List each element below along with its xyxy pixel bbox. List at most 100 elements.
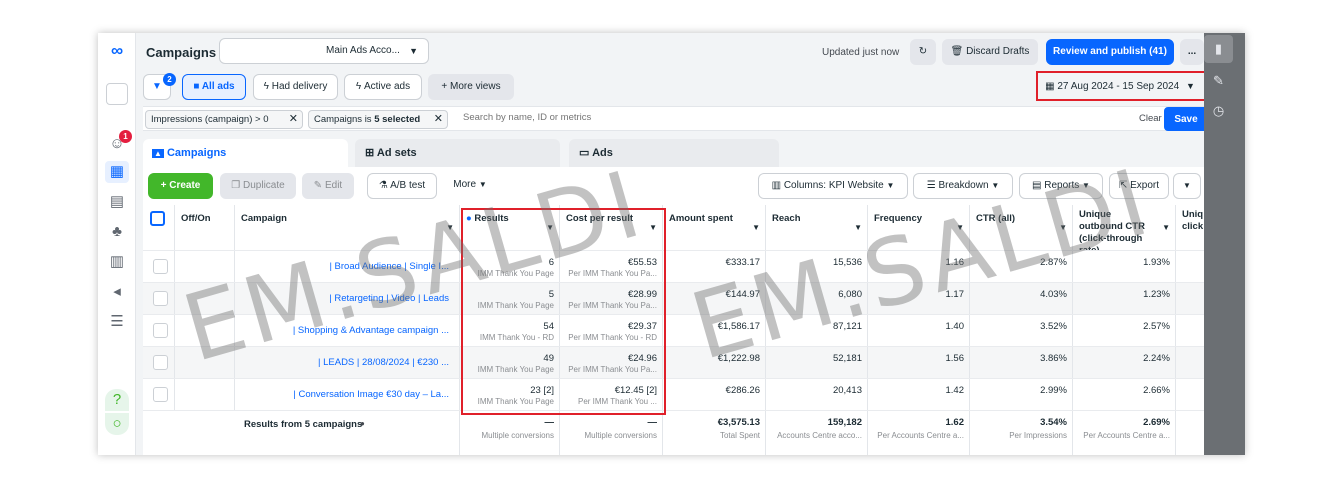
- row-checkbox[interactable]: [153, 291, 168, 306]
- reports-icon[interactable]: ▤: [105, 191, 129, 213]
- row-toggle-cell: [175, 251, 235, 283]
- totals-unique-subtext: Per Accounts Centre a...: [1083, 431, 1170, 440]
- header-amount-spent[interactable]: Amount spent ▼: [663, 205, 766, 250]
- menu-icon[interactable]: ☰: [105, 311, 129, 333]
- totals-row: Results from 5 campaigns ● — Multiple conv…: [143, 410, 1204, 455]
- active-ads-view[interactable]: ϟ Active ads: [344, 74, 422, 100]
- close-icon[interactable]: ✕: [289, 111, 298, 128]
- totals-cpr-cell: — Multiple conversions: [560, 411, 663, 455]
- create-button[interactable]: + Create: [148, 173, 213, 199]
- tab-ads[interactable]: ▭ Ads: [569, 139, 779, 167]
- row-checkbox[interactable]: [153, 259, 168, 274]
- campaigns-table-icon[interactable]: ▦: [105, 161, 129, 183]
- header-ctr[interactable]: CTR (all) ▼: [970, 205, 1073, 250]
- lightning-icon: ϟ: [263, 81, 269, 92]
- impressions-filter-chip[interactable]: Impressions (campaign) > 0 ✕: [145, 110, 303, 129]
- more-views-button[interactable]: + More views: [428, 74, 514, 100]
- reach-value: 52,181: [832, 353, 862, 364]
- billing-icon[interactable]: ▥: [105, 251, 129, 273]
- meta-logo-icon[interactable]: ∞: [104, 41, 130, 61]
- ab-test-label: A/B test: [390, 180, 426, 191]
- discard-drafts-button[interactable]: 🗑 Discard Drafts: [942, 39, 1038, 65]
- help-icon[interactable]: ?: [105, 389, 129, 411]
- select-all-checkbox[interactable]: [150, 211, 165, 226]
- row-checkbox[interactable]: [153, 387, 168, 402]
- review-publish-button[interactable]: Review and publish (41): [1046, 39, 1174, 65]
- campaign-name-link[interactable]: | Shopping & Advantage campaign ...: [293, 325, 449, 336]
- sort-icon: ▼: [1162, 223, 1170, 232]
- more-options-button[interactable]: ...: [1180, 39, 1204, 65]
- tab-ads-label: Ads: [592, 147, 613, 159]
- header-frequency-label: Frequency: [874, 213, 923, 224]
- account-selector[interactable]: Main Ads Acco... ▼: [219, 38, 429, 64]
- tab-adsets[interactable]: ⊞ Ad sets: [355, 139, 560, 167]
- notifications-icon[interactable]: ☺ 1: [105, 130, 132, 155]
- header-reach[interactable]: Reach ▼: [766, 205, 868, 250]
- reports-icon: ▤: [1032, 180, 1042, 191]
- ab-test-button[interactable]: ⚗ A/B test: [367, 173, 437, 199]
- pencil-icon[interactable]: ✎: [1204, 67, 1233, 95]
- campaigns-filter-chip[interactable]: Campaigns is 5 selected ✕: [308, 110, 448, 129]
- clock-icon[interactable]: ◷: [1204, 97, 1233, 125]
- chart-icon[interactable]: ▮: [1204, 35, 1233, 63]
- campaign-name-link[interactable]: | Broad Audience | Single I...: [329, 261, 449, 272]
- duplicate-button[interactable]: ❐ Duplicate: [220, 173, 296, 199]
- audiences-icon[interactable]: ♣: [105, 221, 129, 243]
- export-options-button[interactable]: ▼: [1173, 173, 1201, 199]
- adsets-tab-icon: ⊞: [365, 147, 375, 159]
- campaign-name-link[interactable]: | Conversation Image €30 day – La...: [293, 389, 449, 400]
- close-icon[interactable]: ✕: [434, 111, 443, 128]
- columns-button[interactable]: ▥ Columns: KPI Website ▼: [758, 173, 908, 199]
- table-row[interactable]: | LEADS | 28/08/2024 | €230 ... 49 IMM Tha…: [143, 346, 1204, 379]
- unique-value: 2.57%: [1143, 321, 1170, 332]
- chat-icon[interactable]: ○: [105, 413, 129, 435]
- campaign-name-cell: | Broad Audience | Single I...: [235, 251, 460, 283]
- more-actions-button[interactable]: More ▼: [445, 173, 495, 199]
- totals-results-value: —: [544, 417, 555, 428]
- breakdown-button[interactable]: ☰ Breakdown ▼: [913, 173, 1013, 199]
- account-avatar[interactable]: [106, 83, 128, 105]
- row-toggle-cell: [175, 347, 235, 379]
- updated-status: Updated just now: [822, 47, 900, 58]
- ads-icon[interactable]: ◂: [105, 281, 129, 303]
- header-unique-clicks[interactable]: Uniq click: [1176, 205, 1204, 250]
- table-row[interactable]: | Broad Audience | Single I... 6 IMM Thank…: [143, 250, 1204, 283]
- refresh-icon: ↻: [918, 46, 928, 57]
- totals-label: Results from 5 campaigns: [244, 419, 363, 430]
- campaign-name-link[interactable]: | LEADS | 28/08/2024 | €230 ...: [318, 357, 449, 368]
- table-row[interactable]: | Retargeting | Video | Leads 5 IMM Thank …: [143, 282, 1204, 315]
- reach-value: 20,413: [832, 385, 862, 396]
- had-delivery-view[interactable]: ϟ Had delivery: [253, 74, 338, 100]
- header-campaign[interactable]: Campaign ▼: [235, 205, 460, 250]
- frequency-cell: 1.42: [868, 379, 970, 411]
- search-input[interactable]: [463, 112, 963, 123]
- info-icon[interactable]: ●: [360, 419, 365, 428]
- chevron-down-icon: ▼: [478, 180, 487, 189]
- refresh-button[interactable]: ↻: [910, 39, 936, 65]
- tab-campaigns[interactable]: ▲ Campaigns: [143, 139, 348, 167]
- header-frequency[interactable]: Frequency ▼: [868, 205, 970, 250]
- amount-value: €1,586.17: [717, 321, 760, 332]
- ctr-value: 3.86%: [1040, 353, 1067, 364]
- edit-button[interactable]: ✎ Edit: [302, 173, 354, 199]
- row-checkbox[interactable]: [153, 323, 168, 338]
- header-unique-label: Unique outbound CTR (click-through rate): [1079, 209, 1145, 250]
- highlight-results-columns: [461, 208, 666, 415]
- header-unique-outbound-ctr[interactable]: Unique outbound CTR (click-through rate)…: [1073, 205, 1176, 250]
- table-row[interactable]: | Conversation Image €30 day – La... 23 […: [143, 378, 1204, 411]
- row-toggle-cell: [175, 315, 235, 347]
- page-title: Campaigns: [146, 45, 217, 60]
- table-row[interactable]: | Shopping & Advantage campaign ... 54 IMM…: [143, 314, 1204, 347]
- export-button[interactable]: ⇱ Export: [1109, 173, 1169, 199]
- ctr-cell: 4.03%: [970, 283, 1073, 315]
- active-ads-label: Active ads: [363, 81, 411, 92]
- save-button[interactable]: Save: [1164, 107, 1208, 131]
- row-checkbox[interactable]: [153, 355, 168, 370]
- reports-button[interactable]: ▤ Reports ▼: [1019, 173, 1103, 199]
- all-ads-view[interactable]: ■ All ads: [182, 74, 246, 100]
- campaign-name-link[interactable]: | Retargeting | Video | Leads: [329, 293, 449, 304]
- ctr-cell: 3.52%: [970, 315, 1073, 347]
- clear-filters-button[interactable]: Clear: [1139, 113, 1162, 124]
- tab-adsets-label: Ad sets: [376, 147, 417, 159]
- filter-button[interactable]: ▼ 2: [143, 73, 176, 100]
